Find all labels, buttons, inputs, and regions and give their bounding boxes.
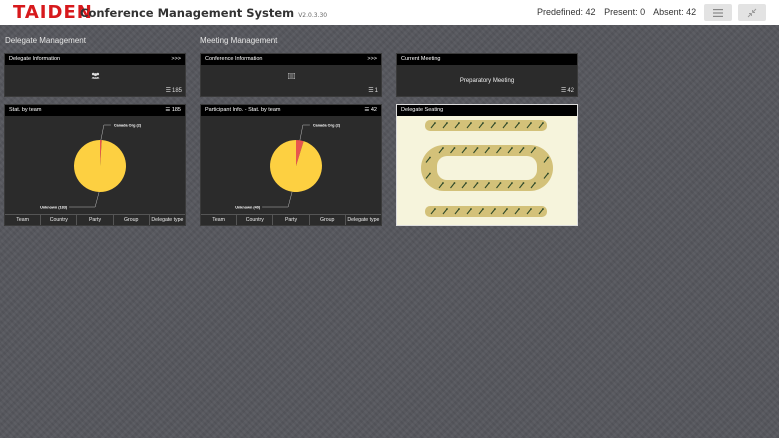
panel-header: Conference Information >>> xyxy=(201,54,381,65)
list-icon: ☰ xyxy=(560,88,567,94)
collapse-button[interactable] xyxy=(738,4,766,21)
meeting-name: Preparatory Meeting xyxy=(459,78,515,84)
predefined-count: Predefined: 42 xyxy=(537,7,596,17)
tab-group[interactable]: Group xyxy=(114,215,150,225)
section-meeting-management: Meeting Management xyxy=(200,36,278,45)
seating-map xyxy=(397,116,577,225)
menu-button[interactable] xyxy=(704,4,732,21)
tab-group[interactable]: Group xyxy=(310,215,346,225)
menu-icon xyxy=(713,8,723,17)
pie-slice-label: Canada Org (2) xyxy=(114,123,142,127)
participant-stat-panel[interactable]: Participant Info. - Stat. by team ☰ 42 C… xyxy=(200,104,382,226)
panel-title: Stat. by team xyxy=(9,107,42,113)
stat-tabs: Team Country Party Group Delegate type xyxy=(5,214,185,225)
panel-header: Stat. by team ☰ 185 xyxy=(5,105,185,116)
absent-count: Absent: 42 xyxy=(653,7,697,17)
record-count: ☰42 xyxy=(561,87,574,94)
panel-header: Participant Info. - Stat. by team ☰ 42 xyxy=(201,105,381,116)
app-title: Conference Management System V2.0.3.30 xyxy=(80,6,327,23)
pie-leader-line xyxy=(262,191,293,208)
delegate-seating-panel[interactable]: Delegate Seating xyxy=(396,104,578,226)
tab-party[interactable]: Party xyxy=(273,215,310,225)
attendance-stats: Predefined: 42 Present: 0 Absent: 42 xyxy=(537,7,702,18)
panel-title: Participant Info. - Stat. by team xyxy=(205,107,281,113)
pie-slice-label: Canada Org (2) xyxy=(313,123,341,127)
tab-country[interactable]: Country xyxy=(41,215,78,225)
panel-title: Conference Information xyxy=(205,56,263,62)
record-count: ☰1 xyxy=(368,87,378,94)
delegate-info-panel[interactable]: Delegate Information >>> ☰185 xyxy=(4,53,186,97)
section-delegate-management: Delegate Management xyxy=(5,36,86,45)
panel-title: Current Meeting xyxy=(401,56,441,62)
record-count: ☰ 185 xyxy=(165,105,181,116)
top-bar: TAIDEN Conference Management System V2.0… xyxy=(0,0,779,25)
record-count-value: 185 xyxy=(171,107,181,113)
panel-header: Delegate Information >>> xyxy=(5,54,185,65)
panel-header: Current Meeting xyxy=(397,54,577,65)
tab-team[interactable]: Team xyxy=(5,215,42,225)
panel-title: Delegate Information xyxy=(9,56,61,62)
record-count-value: 185 xyxy=(171,88,182,94)
record-count-value: 42 xyxy=(370,107,377,113)
more-link[interactable]: >>> xyxy=(367,54,377,65)
pie-leader-line xyxy=(299,124,310,141)
app-version: V2.0.3.30 xyxy=(298,12,328,19)
participant-pie-chart: Canada Org (2) Unknown (40) xyxy=(235,123,341,209)
list-icon: ☰ xyxy=(165,88,171,94)
tab-country[interactable]: Country xyxy=(237,215,274,225)
tab-team[interactable]: Team xyxy=(201,215,238,225)
pie-leader-line xyxy=(69,191,100,208)
table-center xyxy=(437,156,537,180)
conference-info-panel[interactable]: Conference Information >>> ☰1 xyxy=(200,53,382,97)
team-pie-chart: Canada Org (2) Unknown (183) xyxy=(40,123,142,209)
pie-slice xyxy=(74,140,126,192)
panel-title: Delegate Seating xyxy=(401,107,444,113)
app-title-text: Conference Management System xyxy=(80,6,295,20)
stat-tabs: Team Country Party Group Delegate type xyxy=(201,214,381,225)
collapse-icon xyxy=(747,8,757,17)
record-count: ☰ 42 xyxy=(364,105,377,116)
pie-leader-line xyxy=(100,124,111,141)
list-icon xyxy=(201,72,381,81)
pie-slice-label: Unknown (40) xyxy=(235,205,261,209)
stat-by-team-panel[interactable]: Stat. by team ☰ 185 Canada Org (2) Unknow… xyxy=(4,104,186,226)
tab-delegate-type[interactable]: Delegate type xyxy=(346,215,381,225)
present-count: Present: 0 xyxy=(604,7,646,17)
current-meeting-panel[interactable]: Current Meeting Preparatory Meeting ☰42 xyxy=(396,53,578,97)
record-count-value: 1 xyxy=(374,88,378,94)
panel-header: Delegate Seating xyxy=(397,105,577,116)
pie-slice-label: Unknown (183) xyxy=(40,205,68,209)
list-icon: ☰ xyxy=(368,88,374,94)
seating-layout xyxy=(421,120,553,217)
tab-party[interactable]: Party xyxy=(77,215,114,225)
more-link[interactable]: >>> xyxy=(171,54,181,65)
list-icon: ☰ xyxy=(364,107,370,113)
record-count: ☰185 xyxy=(166,87,182,94)
users-icon xyxy=(5,72,185,81)
list-icon: ☰ xyxy=(165,107,171,113)
record-count-value: 42 xyxy=(567,88,574,94)
tab-delegate-type[interactable]: Delegate type xyxy=(150,215,185,225)
pie-slice xyxy=(270,140,322,192)
